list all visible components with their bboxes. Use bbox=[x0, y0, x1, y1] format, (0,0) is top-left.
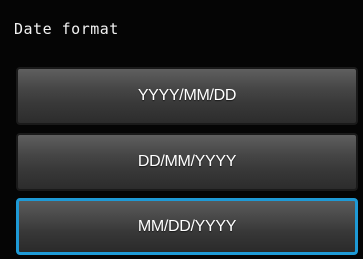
screen-title: Date format bbox=[14, 20, 119, 38]
option-label: DD/MM/YYYY bbox=[137, 153, 237, 170]
date-format-screen: Date format YYYY/MM/DD DD/MM/YYYY MM/DD/… bbox=[0, 0, 363, 259]
option-dd-mm-yyyy-button[interactable]: DD/MM/YYYY bbox=[16, 133, 358, 191]
option-mm-dd-yyyy-button-selected[interactable]: MM/DD/YYYY bbox=[16, 198, 358, 255]
option-label: YYYY/MM/DD bbox=[137, 87, 237, 104]
option-yyyy-mm-dd-button[interactable]: YYYY/MM/DD bbox=[16, 67, 358, 125]
option-label: MM/DD/YYYY bbox=[137, 217, 237, 235]
